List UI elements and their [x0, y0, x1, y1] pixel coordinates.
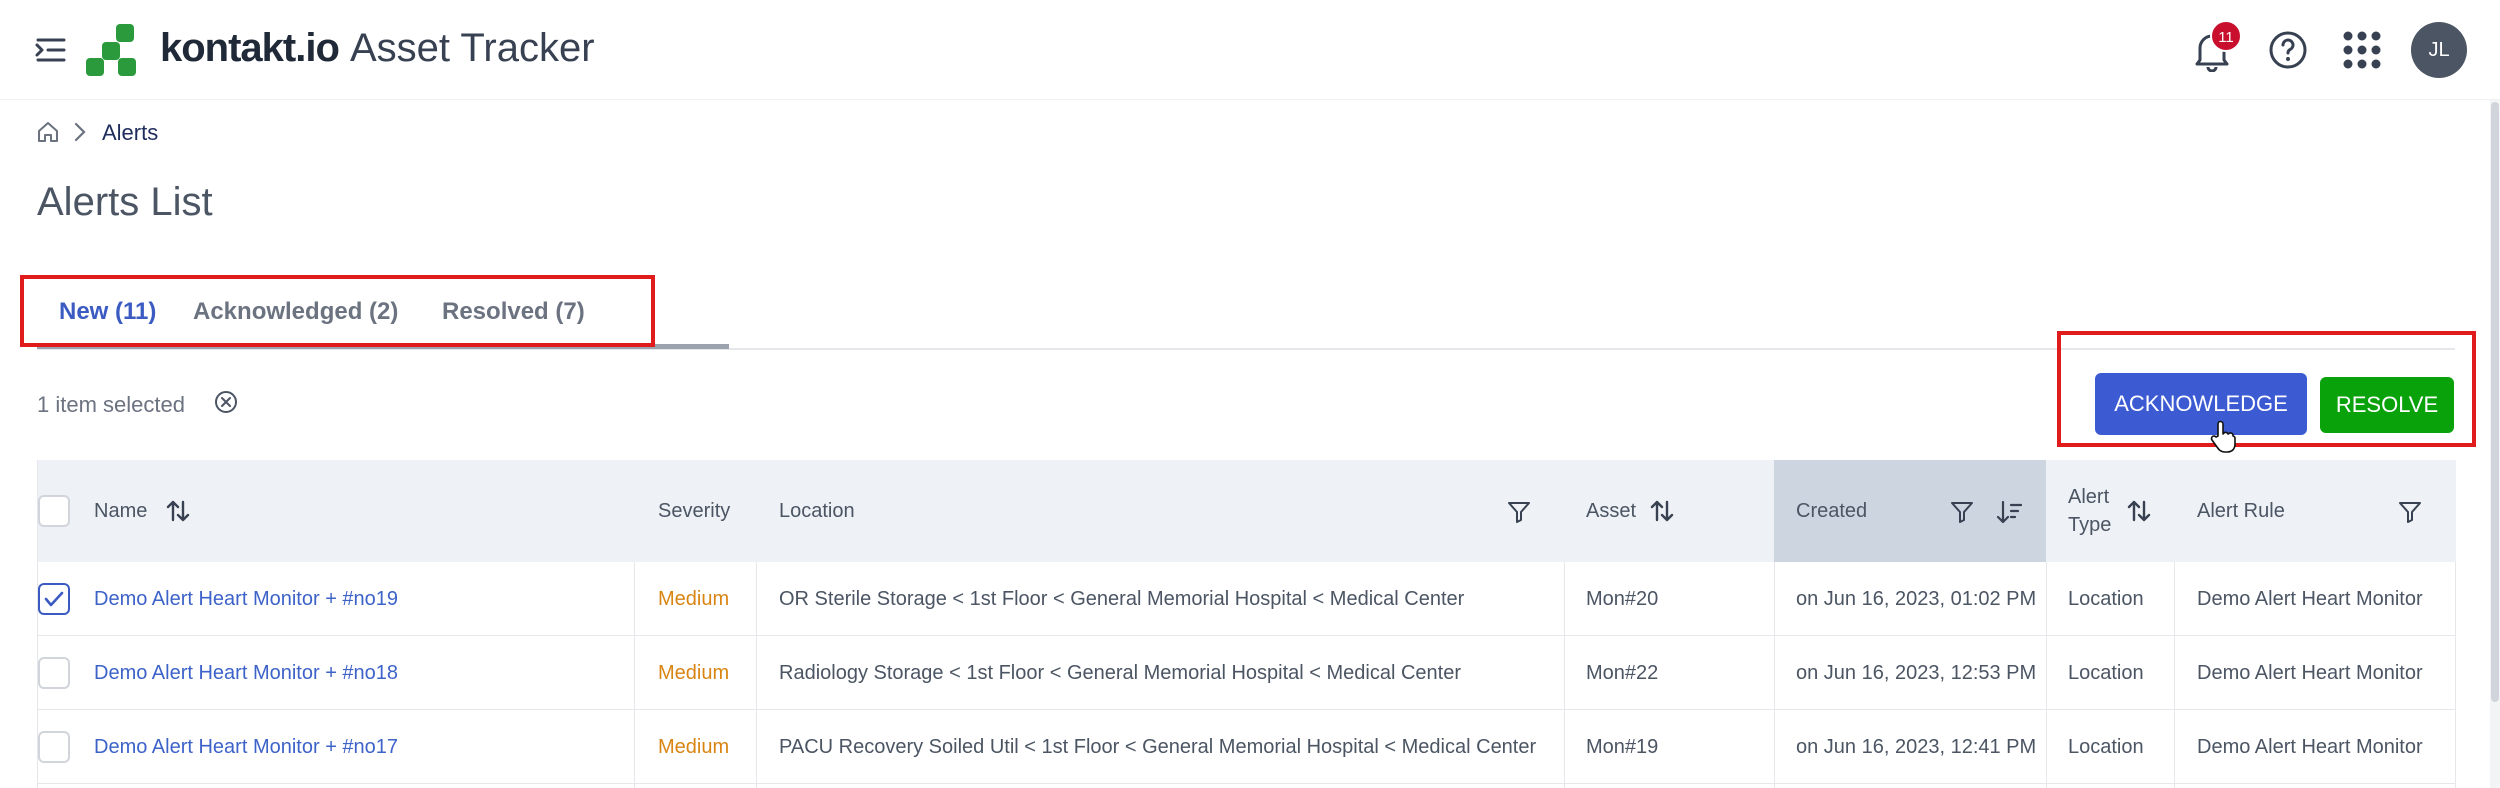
column-label-name: Name: [94, 499, 148, 522]
column-header-asset[interactable]: Asset: [1586, 460, 1636, 562]
sort-descending-icon[interactable]: [1996, 500, 2022, 524]
filter-location-icon[interactable]: [1507, 500, 1531, 524]
created-cell: on Jun 16, 2023, 01:02 PM: [1796, 588, 2037, 610]
alert-rule-cell: Demo Alert Heart Monitor: [2197, 662, 2423, 684]
alert-name-link[interactable]: Demo Alert Heart Monitor + #no18: [94, 636, 654, 710]
clear-selection-icon[interactable]: [214, 390, 238, 414]
sort-alert-type-icon[interactable]: [2126, 498, 2152, 524]
location-cell: Radiology Storage < 1st Floor < General …: [779, 662, 1461, 684]
top-bar: kontakt.io Asset Tracker 11 JL: [0, 0, 2500, 100]
asset-cell: Mon#19: [1586, 736, 1659, 758]
column-divider: [1774, 562, 1775, 788]
selection-count: 1 item selected: [37, 392, 185, 417]
row-checkbox[interactable]: [38, 583, 70, 615]
checkmark-icon: [44, 591, 64, 607]
severity-cell: Medium: [658, 588, 730, 610]
page-title: Alerts List: [37, 180, 213, 224]
column-label-severity: Severity: [658, 499, 731, 522]
column-header-location: Location: [779, 460, 855, 562]
column-divider: [2174, 562, 2175, 788]
alert-type-cell: Location: [2068, 588, 2144, 610]
actions-highlight-box: [2057, 331, 2476, 447]
table-row[interactable]: Demo Alert Heart Monitor + #no17 Medium …: [38, 710, 2456, 784]
column-label-alert-rule: Alert Rule: [2197, 499, 2285, 522]
brand-name: kontakt.io: [160, 26, 340, 70]
table-row[interactable]: Demo Alert Heart Monitor + #no18 Medium …: [38, 636, 2456, 710]
sort-asset-icon[interactable]: [1649, 498, 1675, 524]
column-divider: [1564, 562, 1565, 788]
sort-name-icon[interactable]: [165, 498, 191, 524]
alert-rule-cell: Demo Alert Heart Monitor: [2197, 736, 2423, 758]
alert-name-link[interactable]: Demo Alert Heart Monitor + #no19: [94, 562, 654, 636]
column-divider: [2046, 562, 2047, 788]
column-label-location: Location: [779, 499, 855, 522]
user-avatar[interactable]: JL: [2411, 22, 2467, 78]
apps-grid-icon[interactable]: [2342, 30, 2382, 70]
filter-created-icon[interactable]: [1950, 500, 1974, 524]
column-header-created[interactable]: Created: [1796, 460, 1867, 562]
alert-name-link[interactable]: Demo Alert Heart Monitor + #no17: [94, 710, 654, 784]
row-checkbox[interactable]: [38, 731, 70, 763]
chevron-right-icon: [74, 122, 86, 142]
alert-type-cell: Location: [2068, 662, 2144, 684]
table-header: Name Severity Location Asset Created Ale…: [38, 460, 2456, 562]
location-cell: PACU Recovery Soiled Util < 1st Floor < …: [779, 736, 1537, 758]
alerts-table: Name Severity Location Asset Created Ale…: [37, 460, 2456, 788]
select-all-checkbox[interactable]: [38, 495, 70, 527]
column-header-severity: Severity: [658, 460, 730, 562]
asset-cell: Mon#20: [1586, 588, 1659, 610]
filter-alert-rule-icon[interactable]: [2398, 500, 2422, 524]
app-name: Asset Tracker: [350, 26, 595, 70]
home-icon[interactable]: [36, 120, 60, 144]
help-icon[interactable]: [2268, 30, 2308, 70]
kontakt-logo-icon: [86, 24, 136, 76]
notification-count-badge: 11: [2210, 20, 2242, 52]
hand-cursor-icon: [2210, 420, 2236, 453]
column-header-alert-rule: Alert Rule: [2197, 460, 2285, 562]
column-divider: [756, 562, 757, 788]
tabs-highlight-box: [20, 275, 655, 347]
column-header-alert-type[interactable]: Alert Type: [2068, 460, 2111, 562]
column-divider: [2455, 562, 2456, 788]
column-label-alert-type-line2: Type: [2068, 514, 2112, 536]
created-cell: on Jun 16, 2023, 12:41 PM: [1796, 736, 2037, 758]
column-divider: [634, 562, 635, 788]
column-label-created: Created: [1796, 499, 1868, 522]
alert-type-cell: Location: [2068, 736, 2144, 758]
menu-toggle-icon[interactable]: [34, 37, 66, 63]
created-cell: on Jun 16, 2023, 12:53 PM: [1796, 662, 2037, 684]
scrollbar-thumb[interactable]: [2491, 102, 2499, 702]
table-row[interactable]: Demo Alert Heart Monitor + #no19 Medium …: [38, 562, 2456, 636]
row-checkbox[interactable]: [38, 657, 70, 689]
asset-cell: Mon#22: [1586, 662, 1659, 684]
severity-cell: Medium: [658, 662, 730, 684]
alert-rule-cell: Demo Alert Heart Monitor: [2197, 588, 2423, 610]
column-label-asset: Asset: [1586, 499, 1637, 522]
location-cell: OR Sterile Storage < 1st Floor < General…: [779, 588, 1465, 610]
severity-cell: Medium: [658, 736, 730, 758]
column-header-name[interactable]: Name: [94, 460, 147, 562]
column-label-alert-type-line1: Alert: [2068, 486, 2110, 508]
breadcrumb-current: Alerts: [102, 120, 159, 145]
